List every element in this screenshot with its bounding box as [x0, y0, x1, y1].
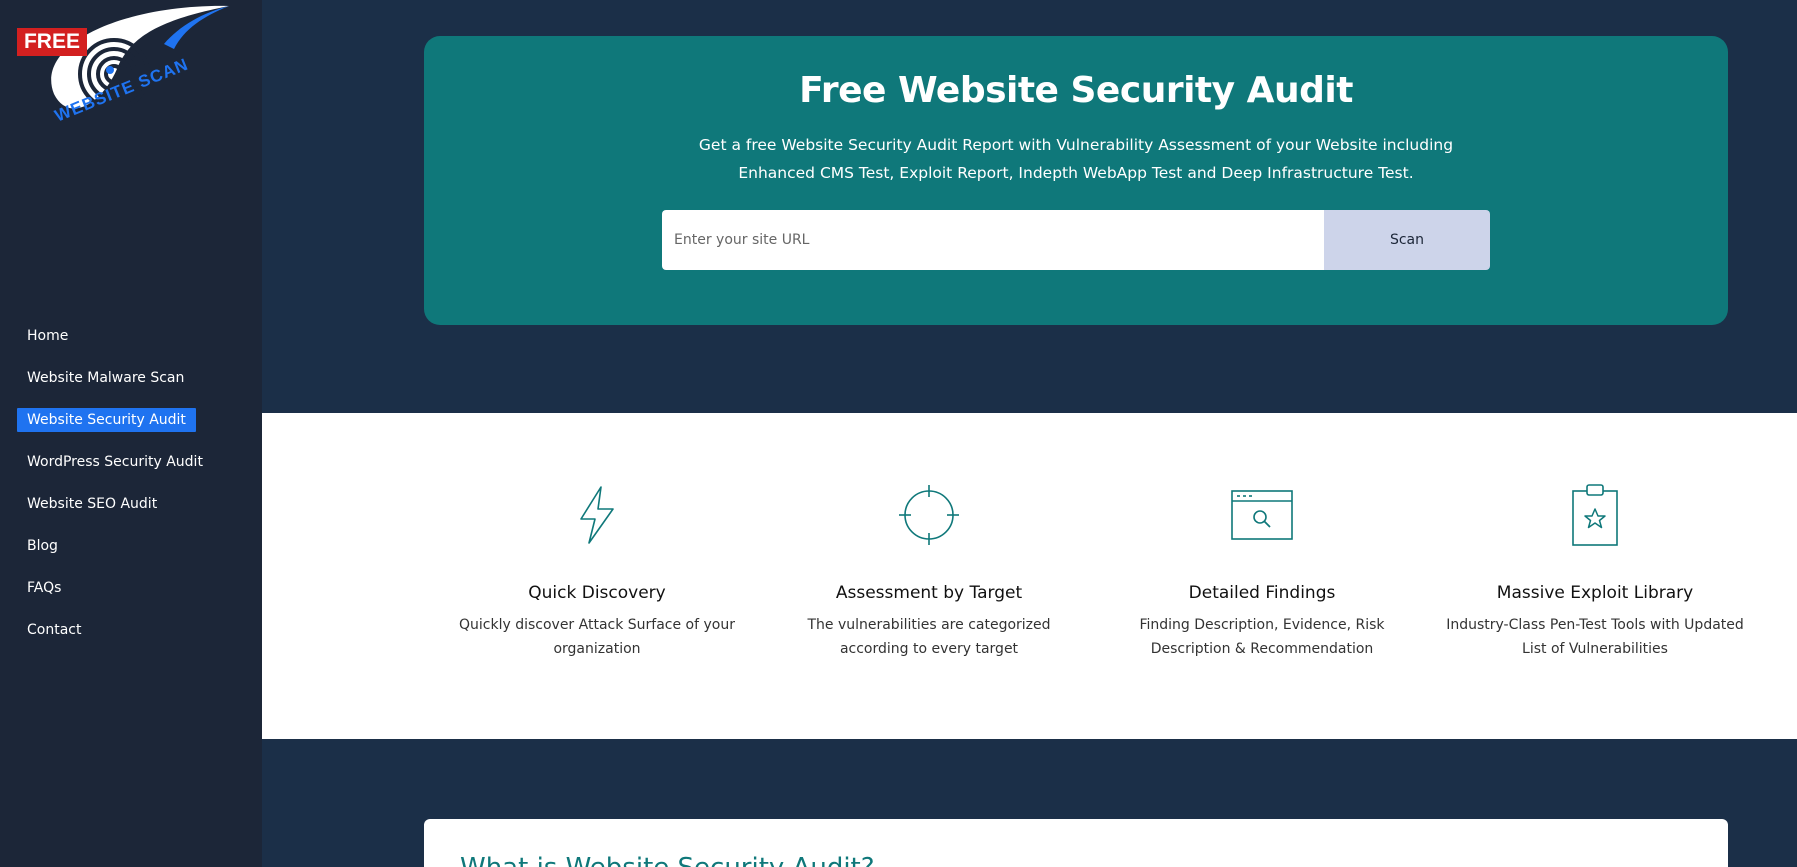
lightning-icon: [580, 486, 614, 544]
sidebar-item-website-seo-audit[interactable]: Website SEO Audit: [17, 492, 167, 516]
sidebar-item-contact[interactable]: Contact: [17, 618, 91, 642]
page-title: Free Website Security Audit: [799, 70, 1353, 111]
sidebar-item-blog[interactable]: Blog: [17, 534, 68, 558]
sidebar: FREE WEBSITE SCAN Home Website Malware S…: [0, 0, 262, 867]
sidebar-item-faqs[interactable]: FAQs: [17, 576, 71, 600]
feature-detailed-findings: Detailed Findings Finding Description, E…: [1112, 483, 1412, 661]
sidebar-item-wordpress-security-audit[interactable]: WordPress Security Audit: [17, 450, 213, 474]
site-logo[interactable]: FREE WEBSITE SCAN: [14, 4, 234, 154]
feature-title: Quick Discovery: [528, 583, 666, 603]
feature-title: Assessment by Target: [835, 583, 1023, 603]
sidebar-item-home[interactable]: Home: [17, 324, 78, 348]
feature-title: Massive Exploit Library: [1496, 583, 1694, 603]
logo-badge: FREE: [23, 30, 80, 53]
article-heading: What is Website Security Audit?: [460, 853, 875, 867]
site-url-input[interactable]: [662, 210, 1324, 270]
feature-massive-exploit-library: Massive Exploit Library Industry-Class P…: [1445, 483, 1745, 661]
clipboard-star-icon: [1572, 484, 1618, 546]
article-card: What is Website Security Audit?: [424, 819, 1728, 867]
scan-button[interactable]: Scan: [1324, 210, 1490, 270]
sidebar-item-website-security-audit[interactable]: Website Security Audit: [17, 408, 196, 432]
crosshair-icon: [899, 485, 959, 545]
sidebar-nav: Home Website Malware Scan Website Securi…: [17, 323, 213, 659]
feature-text: The vulnerabilities are categorized acco…: [807, 617, 1051, 657]
feature-text: Finding Description, Evidence, Risk Desc…: [1139, 617, 1385, 657]
browser-search-icon: [1231, 490, 1293, 540]
sidebar-item-website-malware-scan[interactable]: Website Malware Scan: [17, 366, 194, 390]
hero-description: Get a free Website Security Audit Report…: [698, 136, 1454, 182]
main-content: Free Website Security Audit Get a free W…: [262, 0, 1797, 867]
feature-title: Detailed Findings: [1188, 583, 1336, 603]
feature-text: Quickly discover Attack Surface of your …: [458, 617, 735, 657]
features-section: Quick Discovery Quickly discover Attack …: [262, 413, 1797, 739]
feature-assessment-by-target: Assessment by Target The vulnerabilities…: [779, 483, 1079, 661]
scan-form: Scan: [662, 210, 1490, 270]
feature-text: Industry-Class Pen-Test Tools with Updat…: [1446, 617, 1744, 657]
feature-quick-discovery: Quick Discovery Quickly discover Attack …: [447, 483, 747, 661]
hero-section: Free Website Security Audit Get a free W…: [424, 36, 1728, 325]
